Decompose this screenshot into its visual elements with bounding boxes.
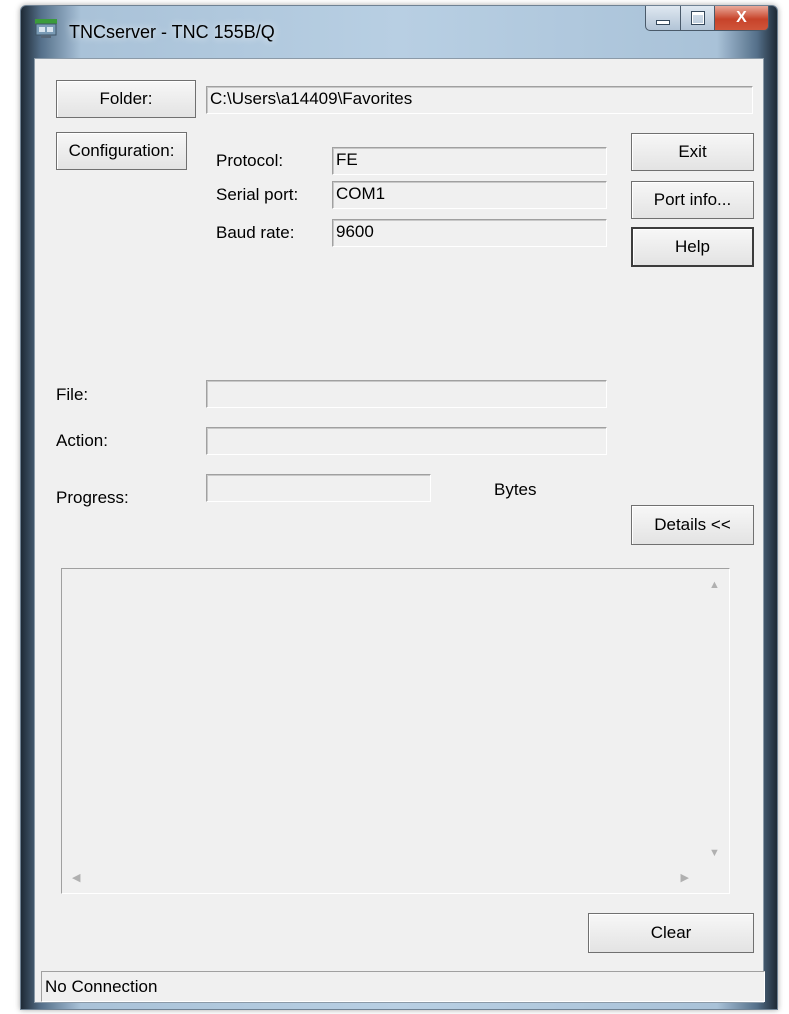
title-bar[interactable]: TNCserver - TNC 155B/Q X: [21, 6, 777, 58]
minimize-icon: [656, 19, 670, 25]
file-field: [206, 380, 607, 408]
progress-field: [206, 474, 431, 502]
protocol-label: Protocol:: [216, 151, 284, 170]
scroll-left-icon[interactable]: ◀: [72, 871, 80, 884]
scroll-up-icon[interactable]: ▲: [709, 579, 720, 591]
log-vertical-scrollbar[interactable]: ▲ ▼: [699, 569, 729, 865]
tncserver-window: TNCserver - TNC 155B/Q X Folder: C:\User…: [20, 5, 778, 1010]
window-title: TNCserver - TNC 155B/Q: [69, 22, 275, 42]
bytes-label: Bytes: [494, 480, 537, 499]
progress-label: Progress:: [56, 488, 129, 507]
protocol-field: FE: [332, 147, 607, 175]
serial-port-label: Serial port:: [216, 185, 299, 204]
action-label: Action:: [56, 431, 108, 450]
close-button[interactable]: X: [715, 6, 769, 31]
action-field: [206, 427, 607, 455]
folder-path-field[interactable]: C:\Users\a14409\Favorites: [206, 86, 753, 114]
tncserver-app-icon: [35, 19, 57, 38]
scrollbar-corner: [699, 865, 729, 893]
scroll-down-icon[interactable]: ▼: [709, 847, 720, 859]
exit-button[interactable]: Exit: [631, 133, 754, 171]
caption-buttons: X: [645, 6, 769, 32]
client-area: Folder: C:\Users\a14409\Favorites Config…: [34, 58, 765, 1003]
scroll-right-icon[interactable]: ▶: [681, 871, 689, 884]
maximize-button[interactable]: [681, 6, 715, 31]
connection-status: No Connection: [45, 977, 158, 996]
serial-port-field: COM1: [332, 181, 607, 209]
port-info-button[interactable]: Port info...: [631, 181, 754, 219]
maximize-icon: [690, 11, 705, 25]
status-bar: No Connection: [41, 971, 765, 1002]
baud-rate-field: 9600: [332, 219, 607, 247]
log-output[interactable]: ▲ ▼ ◀ ▶: [61, 568, 730, 894]
help-button[interactable]: Help: [631, 227, 754, 267]
file-label: File:: [56, 385, 89, 404]
configuration-button[interactable]: Configuration:: [56, 132, 187, 170]
details-button[interactable]: Details <<: [631, 505, 754, 545]
clear-button[interactable]: Clear: [588, 913, 754, 953]
minimize-button[interactable]: [645, 6, 681, 31]
baud-rate-label: Baud rate:: [216, 223, 295, 242]
folder-button[interactable]: Folder:: [56, 80, 196, 118]
log-horizontal-scrollbar[interactable]: ◀ ▶: [62, 865, 699, 893]
close-icon: X: [736, 9, 747, 26]
